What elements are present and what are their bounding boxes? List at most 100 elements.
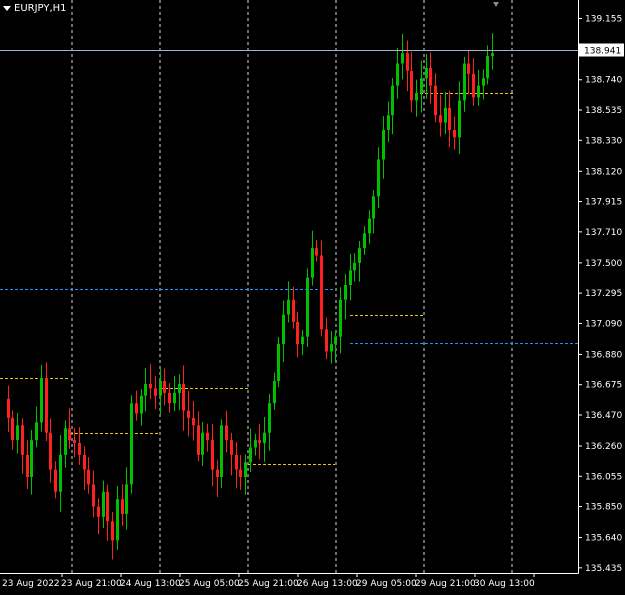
y-tick-label: 138.740 bbox=[585, 76, 622, 86]
candle-body-100 bbox=[477, 85, 480, 98]
candle-body-15 bbox=[73, 440, 76, 444]
candle-body-97 bbox=[463, 63, 466, 101]
candle-body-77 bbox=[368, 218, 371, 234]
candle-body-60 bbox=[287, 299, 290, 315]
candle-body-50 bbox=[239, 469, 242, 478]
candle-body-55 bbox=[263, 432, 266, 444]
candle-body-58 bbox=[277, 344, 280, 382]
candle-body-59 bbox=[282, 314, 285, 345]
candle-body-7 bbox=[35, 422, 38, 441]
candle-body-75 bbox=[358, 248, 361, 263]
candle-body-85 bbox=[406, 53, 409, 71]
candle-body-86 bbox=[410, 70, 413, 101]
candle-body-37 bbox=[178, 383, 181, 393]
candle-body-95 bbox=[453, 129, 456, 138]
candle-body-12 bbox=[59, 454, 62, 492]
candle-body-78 bbox=[372, 196, 375, 219]
candle-body-36 bbox=[173, 392, 176, 404]
candle-body-18 bbox=[87, 469, 90, 485]
candle-body-65 bbox=[311, 248, 314, 278]
candle-body-10 bbox=[49, 432, 52, 470]
candle-body-51 bbox=[244, 462, 247, 478]
candle-body-88 bbox=[420, 78, 423, 94]
y-tick-label: 138.120 bbox=[585, 167, 622, 177]
candle-body-102 bbox=[486, 56, 489, 79]
candle-body-27 bbox=[130, 403, 133, 485]
candle-body-22 bbox=[106, 491, 109, 522]
y-tick-label: 136.055 bbox=[585, 472, 622, 482]
candle-body-53 bbox=[254, 440, 257, 448]
candle-body-13 bbox=[64, 428, 67, 455]
candle-body-11 bbox=[54, 469, 57, 492]
candle-body-83 bbox=[396, 63, 399, 86]
candle-body-92 bbox=[439, 115, 442, 123]
x-tick-label: 23 Aug 2022 bbox=[2, 579, 60, 589]
candle-body-90 bbox=[429, 67, 432, 86]
level-lines bbox=[0, 93, 578, 465]
candle-body-40 bbox=[192, 417, 195, 426]
candles bbox=[7, 33, 494, 560]
candle-body-82 bbox=[391, 85, 394, 116]
y-tick-label: 135.435 bbox=[585, 564, 622, 574]
y-tick-label: 137.710 bbox=[585, 228, 622, 238]
candle-body-9 bbox=[45, 378, 48, 433]
y-tick-label: 137.500 bbox=[585, 259, 622, 269]
candle-body-62 bbox=[296, 321, 299, 345]
candle-body-69 bbox=[330, 344, 333, 352]
candle-body-76 bbox=[363, 233, 366, 249]
candle-body-25 bbox=[121, 499, 124, 514]
candle-body-61 bbox=[292, 299, 295, 322]
y-tick-label: 135.850 bbox=[585, 503, 622, 513]
candle-body-21 bbox=[102, 491, 105, 517]
candle-body-94 bbox=[448, 107, 451, 130]
scroll-marker-icon bbox=[493, 2, 499, 7]
grid-lines bbox=[71, 0, 513, 573]
y-tick-label: 137.090 bbox=[585, 319, 622, 329]
candle-body-16 bbox=[78, 443, 81, 455]
candle-body-3 bbox=[16, 425, 19, 441]
candle-body-19 bbox=[92, 484, 95, 507]
candle-body-68 bbox=[325, 329, 328, 352]
x-tick-label: 24 Aug 13:00 bbox=[120, 579, 181, 589]
candle-body-99 bbox=[472, 73, 475, 98]
candle-body-31 bbox=[149, 383, 152, 389]
y-tick-label: 136.260 bbox=[585, 442, 622, 452]
candle-body-38 bbox=[182, 383, 185, 411]
price-chart[interactable]: 139.155138.945138.740138.535138.330138.1… bbox=[0, 0, 625, 595]
candle-body-66 bbox=[315, 248, 318, 256]
candle-body-32 bbox=[154, 388, 157, 396]
candle-body-70 bbox=[334, 336, 337, 345]
candle-body-5 bbox=[26, 454, 29, 478]
candle-body-39 bbox=[187, 410, 190, 418]
candle-body-14 bbox=[68, 428, 71, 441]
candle-body-46 bbox=[220, 425, 223, 478]
candle-body-103 bbox=[491, 53, 494, 57]
candle-body-33 bbox=[159, 381, 162, 396]
candle-body-80 bbox=[382, 129, 385, 160]
candle-body-87 bbox=[415, 93, 418, 101]
candle-body-4 bbox=[21, 425, 24, 455]
candle-body-56 bbox=[268, 403, 271, 433]
candle-body-57 bbox=[273, 381, 276, 404]
candle-body-2 bbox=[11, 417, 14, 441]
current-price-label: 138.941 bbox=[584, 47, 621, 57]
x-tick-label: 26 Aug 13:00 bbox=[297, 579, 358, 589]
y-tick-label: 137.295 bbox=[585, 289, 622, 299]
candle-body-52 bbox=[249, 447, 252, 463]
candle-body-41 bbox=[197, 425, 200, 455]
candle-body-29 bbox=[140, 395, 143, 414]
candle-body-67 bbox=[320, 255, 323, 330]
candle-body-17 bbox=[83, 454, 86, 470]
y-tick-label: 138.535 bbox=[585, 106, 622, 116]
candle-body-101 bbox=[482, 78, 485, 86]
candle-body-73 bbox=[349, 270, 352, 286]
candle-body-47 bbox=[225, 425, 228, 441]
y-tick-label: 135.640 bbox=[585, 534, 622, 544]
candle-body-64 bbox=[306, 277, 309, 337]
x-tick-label: 30 Aug 13:00 bbox=[474, 579, 535, 589]
candle-body-89 bbox=[425, 67, 428, 79]
candle-body-35 bbox=[168, 392, 171, 404]
candle-body-26 bbox=[125, 484, 128, 514]
candle-body-45 bbox=[216, 469, 219, 478]
candle-body-63 bbox=[301, 336, 304, 345]
